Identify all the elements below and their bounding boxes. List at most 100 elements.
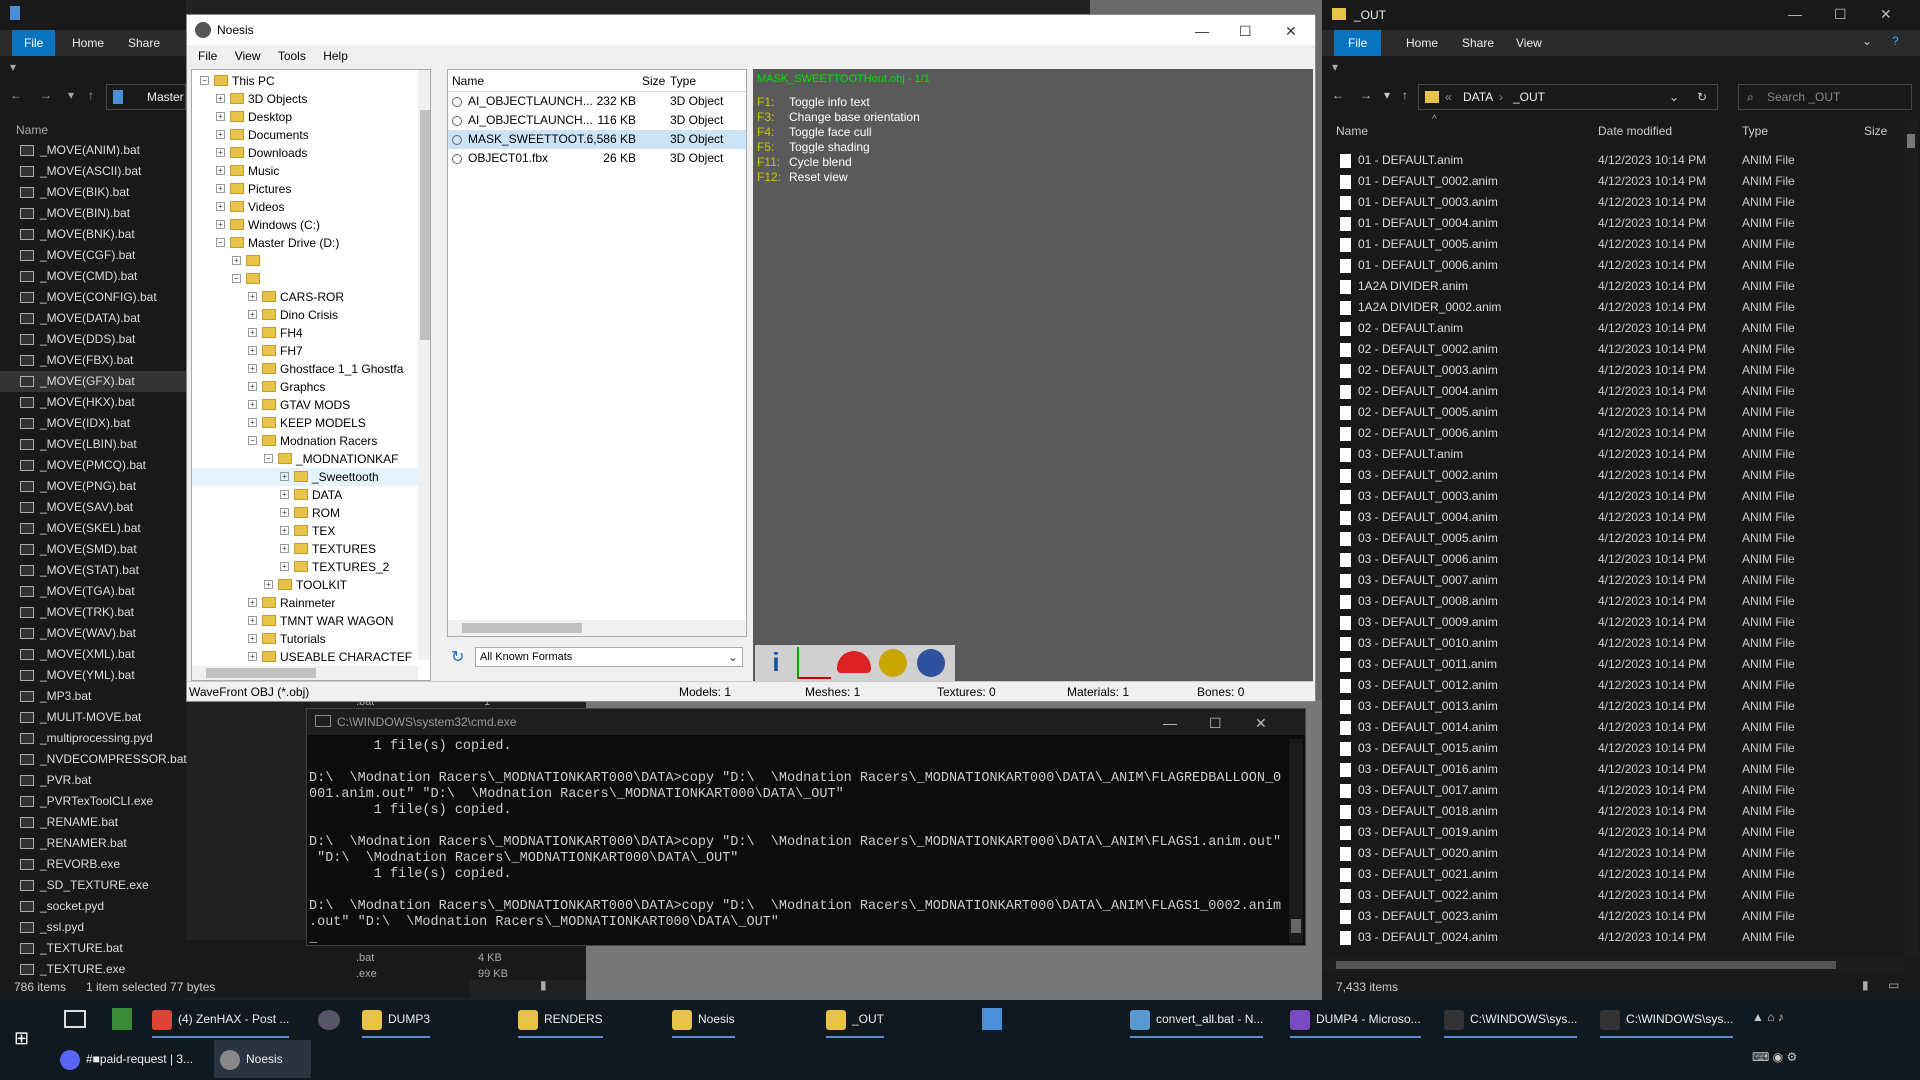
list-item[interactable]: 02 - DEFAULT_0002.anim 4/12/2023 10:14 PM…: [1322, 339, 1902, 360]
list-item[interactable]: _PVRTexToolCLI.exe: [0, 791, 186, 812]
taskbar-button[interactable]: DUMP3: [362, 1000, 431, 1038]
list-item[interactable]: _MOVE(SAV).bat: [0, 497, 186, 518]
tree-item[interactable]: + Music: [192, 162, 418, 180]
breadcrumb-out[interactable]: _OUT: [1513, 90, 1545, 104]
minimize-icon[interactable]: —: [1195, 23, 1209, 39]
maximize-icon[interactable]: ☐: [1239, 23, 1252, 40]
list-item[interactable]: _MOVE(IDX).bat: [0, 413, 186, 434]
tab-share[interactable]: Share: [116, 30, 172, 56]
tree-vscrollbar[interactable]: [418, 70, 430, 660]
expand-icon[interactable]: +: [280, 526, 289, 535]
list-item[interactable]: 01 - DEFAULT_0006.anim 4/12/2023 10:14 PM…: [1322, 255, 1902, 276]
list-item[interactable]: _multiprocessing.pyd: [0, 728, 186, 749]
chevron-down-icon[interactable]: ⌄: [1862, 34, 1872, 48]
tree-item[interactable]: − _MODNATIONKAF: [192, 450, 418, 468]
taskbar-button[interactable]: DUMP4 - Microso...: [1290, 1000, 1421, 1038]
list-item[interactable]: _MOVE(TRK).bat: [0, 602, 186, 623]
expand-icon[interactable]: +: [216, 148, 225, 157]
tree-item[interactable]: + TMNT WAR WAGON: [192, 612, 418, 630]
tiles-view-icon[interactable]: ▭: [1888, 978, 1899, 992]
app-icon[interactable]: [112, 1008, 132, 1030]
tree-item[interactable]: + Desktop: [192, 108, 418, 126]
maximize-icon[interactable]: ☐: [1209, 715, 1222, 732]
list-item[interactable]: 03 - DEFAULT_0002.anim 4/12/2023 10:14 PM…: [1322, 465, 1902, 486]
list-item[interactable]: _RENAMER.bat: [0, 833, 186, 854]
expand-icon[interactable]: +: [264, 580, 273, 589]
recent-icon[interactable]: ▾: [68, 88, 74, 102]
expand-icon[interactable]: +: [216, 94, 225, 103]
tree-item[interactable]: + TEXTURES: [192, 540, 418, 558]
tree-item[interactable]: + ROM: [192, 504, 418, 522]
right-hscrollbar[interactable]: [1322, 958, 1904, 972]
scroll-thumb[interactable]: [206, 668, 316, 678]
tree-item[interactable]: + TEXTURES_2: [192, 558, 418, 576]
list-item[interactable]: 03 - DEFAULT_0012.anim 4/12/2023 10:14 PM…: [1322, 675, 1902, 696]
list-item[interactable]: _MOVE(STAT).bat: [0, 560, 186, 581]
tree-item[interactable]: + Downloads: [192, 144, 418, 162]
minimize-icon[interactable]: —: [1163, 715, 1177, 731]
tab-file[interactable]: File: [1334, 30, 1382, 56]
drive-icon[interactable]: [982, 1008, 1002, 1030]
tree-item[interactable]: − Modnation Racers: [192, 432, 418, 450]
list-item[interactable]: _MOVE(YML).bat: [0, 665, 186, 686]
list-item[interactable]: 1A2A DIVIDER_0002.anim 4/12/2023 10:14 PM…: [1322, 297, 1902, 318]
table-row[interactable]: OBJECT01.fbx 26 KB 3D Object: [448, 149, 746, 168]
cmd-window[interactable]: C:\WINDOWS\system32\cmd.exe — ☐ ✕ 1 file…: [306, 708, 1306, 946]
list-item[interactable]: 03 - DEFAULT_0023.anim 4/12/2023 10:14 PM…: [1322, 906, 1902, 927]
tab-view[interactable]: View: [1506, 30, 1552, 56]
taskbar-button[interactable]: _OUT: [826, 1000, 885, 1038]
refresh-icon[interactable]: ↻: [451, 647, 471, 667]
list-item[interactable]: _NVDECOMPRESSOR.bat: [0, 749, 187, 770]
globe-icon[interactable]: [917, 649, 945, 677]
expand-icon[interactable]: +: [216, 112, 225, 121]
tree-item[interactable]: + Documents: [192, 126, 418, 144]
list-item[interactable]: _MOVE(BIK).bat: [0, 182, 186, 203]
expand-icon[interactable]: +: [216, 202, 225, 211]
ribbon-expand-icon[interactable]: ▾: [10, 60, 16, 74]
help-icon[interactable]: ?: [1892, 34, 1899, 48]
taskbar-button[interactable]: Noesis: [672, 1000, 735, 1038]
sphere-icon[interactable]: [879, 649, 907, 677]
scroll-thumb[interactable]: [1907, 134, 1915, 148]
list-item[interactable]: _MULIT-MOVE.bat: [0, 707, 186, 728]
list-item[interactable]: 03 - DEFAULT_0004.anim 4/12/2023 10:14 PM…: [1322, 507, 1902, 528]
back-icon[interactable]: ←: [1332, 88, 1344, 102]
expand-icon[interactable]: −: [248, 436, 257, 445]
list-item[interactable]: _MOVE(CONFIG).bat: [0, 287, 186, 308]
list-item[interactable]: 01 - DEFAULT.anim 4/12/2023 10:14 PM ANIM …: [1322, 150, 1902, 171]
tree-hscrollbar[interactable]: [192, 666, 418, 680]
expand-icon[interactable]: +: [248, 310, 257, 319]
table-row[interactable]: AI_OBJECTLAUNCH... 116 KB 3D Object: [448, 111, 746, 130]
list-item[interactable]: 03 - DEFAULT_0005.anim 4/12/2023 10:14 PM…: [1322, 528, 1902, 549]
list-item[interactable]: _SD_TEXTURE.exe: [0, 875, 186, 896]
expand-icon[interactable]: +: [248, 292, 257, 301]
list-item[interactable]: 03 - DEFAULT_0006.anim 4/12/2023 10:14 PM…: [1322, 549, 1902, 570]
forward-icon[interactable]: →: [40, 88, 52, 102]
tree-item[interactable]: + Windows (C:): [192, 216, 418, 234]
breadcrumb-data[interactable]: DATA: [1463, 90, 1493, 104]
details-view-icon[interactable]: ▮: [540, 978, 547, 992]
expand-icon[interactable]: +: [280, 562, 289, 571]
list-item[interactable]: _MOVE(CMD).bat: [0, 266, 186, 287]
ribbon-expand-icon[interactable]: ▾: [1332, 60, 1338, 74]
taskbar-button[interactable]: Noesis: [214, 1040, 311, 1078]
list-item[interactable]: _REVORB.exe: [0, 854, 186, 875]
recent-icon[interactable]: ▾: [1384, 88, 1390, 102]
expand-icon[interactable]: +: [280, 508, 289, 517]
right-vscrollbar[interactable]: [1904, 120, 1918, 956]
tree-item[interactable]: + Rainmeter: [192, 594, 418, 612]
expand-icon[interactable]: +: [216, 220, 225, 229]
col-size[interactable]: Size: [642, 74, 665, 88]
col-header-name[interactable]: Name: [1336, 124, 1368, 138]
list-item[interactable]: _MOVE(PMCQ).bat: [0, 455, 186, 476]
list-item[interactable]: 02 - DEFAULT_0006.anim 4/12/2023 10:14 PM…: [1322, 423, 1902, 444]
axes-icon[interactable]: [797, 647, 831, 679]
search-field[interactable]: ⌕ Search _OUT: [1738, 84, 1912, 110]
cmd-scrollbar[interactable]: [1289, 739, 1303, 943]
back-icon[interactable]: ←: [10, 88, 22, 102]
expand-icon[interactable]: +: [216, 166, 225, 175]
list-item[interactable]: _MOVE(LBIN).bat: [0, 434, 186, 455]
tree-item[interactable]: + FH7: [192, 342, 418, 360]
format-select[interactable]: All Known Formats ⌄: [475, 647, 743, 667]
tab-home[interactable]: Home: [60, 30, 116, 56]
